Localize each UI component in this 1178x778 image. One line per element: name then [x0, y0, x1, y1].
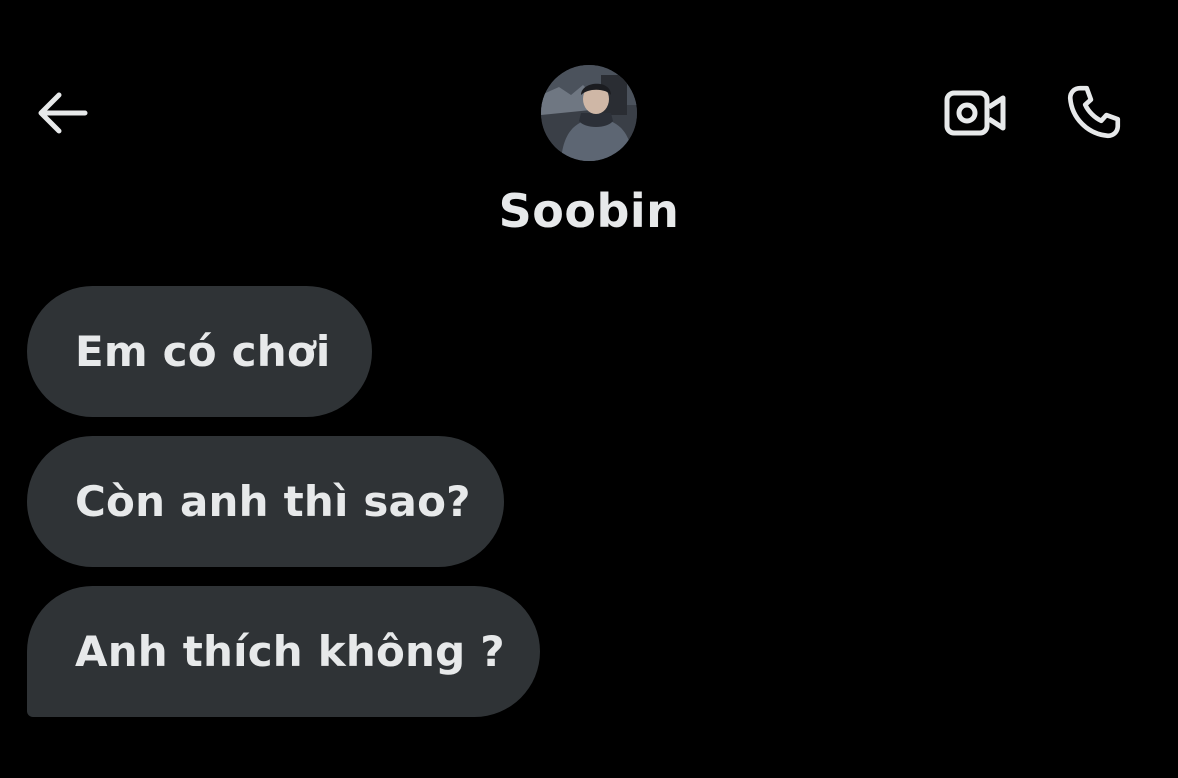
back-button[interactable] [30, 82, 92, 144]
video-call-button[interactable] [938, 80, 1012, 146]
profile-photo [541, 65, 637, 161]
message-bubble[interactable]: Còn anh thì sao? [27, 436, 504, 567]
message-row: Em có chơi [27, 286, 540, 417]
conversation-header: Soobin [0, 0, 1178, 260]
phone-icon [1067, 85, 1121, 139]
message-bubble[interactable]: Em có chơi [27, 286, 372, 417]
contact-name: Soobin [498, 184, 680, 238]
arrow-left-icon [38, 92, 88, 134]
message-row: Còn anh thì sao? [27, 436, 540, 567]
voice-call-button[interactable] [1056, 76, 1132, 148]
video-camera-icon [944, 90, 1006, 136]
message-bubble[interactable]: Anh thích không ? [27, 586, 540, 717]
avatar[interactable] [541, 65, 637, 161]
message-list: Em có chơi Còn anh thì sao? Anh thích kh… [27, 286, 540, 736]
message-row: Anh thích không ? [27, 586, 540, 717]
